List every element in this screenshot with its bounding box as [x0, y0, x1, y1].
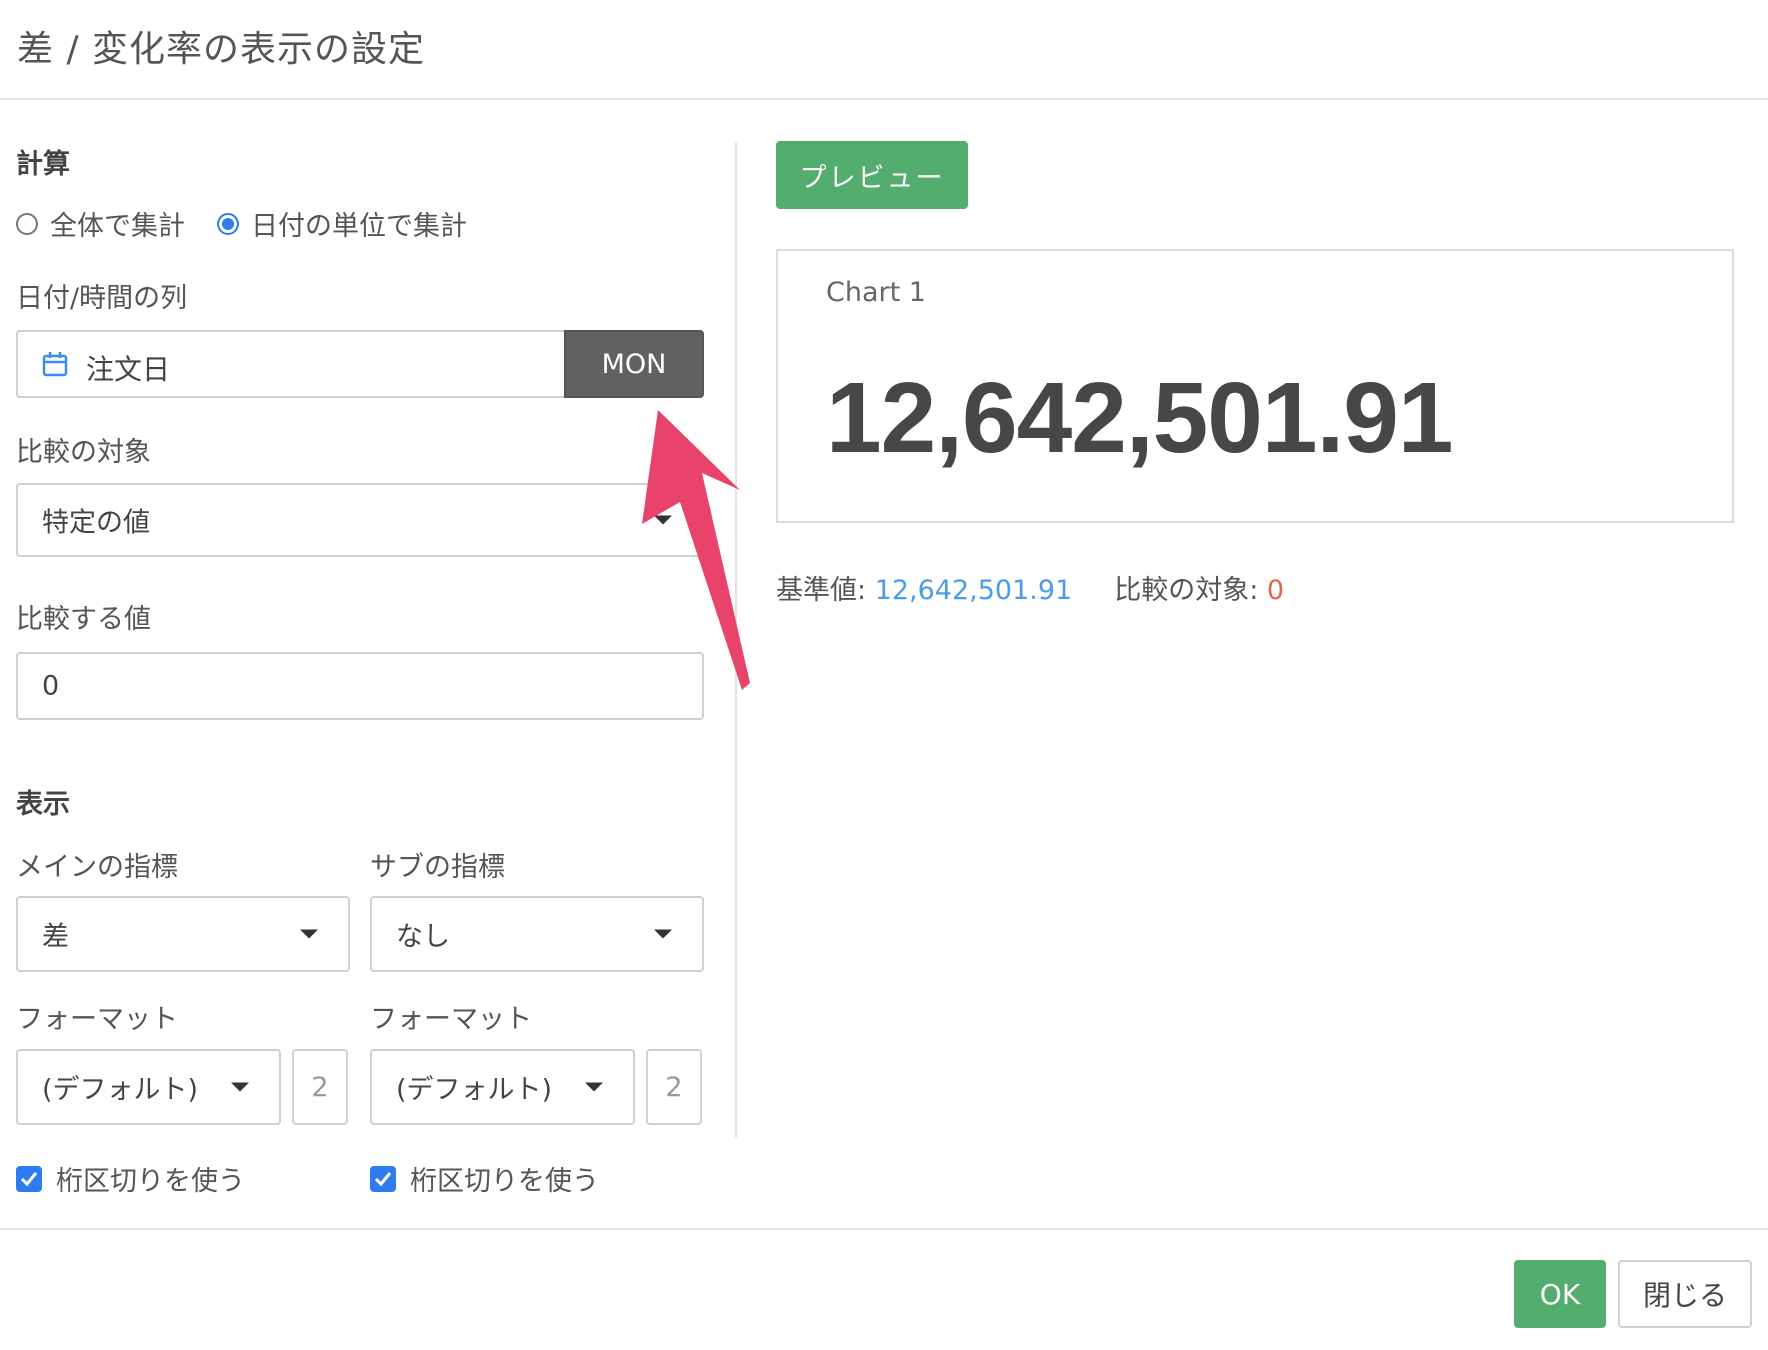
main-separator-label: 桁区切りを使う: [56, 1166, 245, 1197]
preview-info-row: 基準値: 12,642,501.91 比較の対象: 0: [776, 568, 1326, 607]
aggregation-radio-group: 全体で集計 日付の単位で集計: [16, 204, 499, 243]
column-divider: [735, 142, 737, 1138]
base-value: 12,642,501.91: [874, 575, 1073, 606]
main-metric-value: 差: [42, 921, 69, 953]
sub-separator-label: 桁区切りを使う: [410, 1166, 599, 1197]
dialog-header: 差 / 変化率の表示の設定: [0, 0, 1768, 100]
compare-target-label: 比較の対象: [16, 437, 151, 468]
main-format-select[interactable]: (デフォルト): [16, 1049, 281, 1125]
chevron-down-icon: [300, 929, 318, 939]
compare-value-text: 0: [42, 670, 60, 702]
compare-value-label: 比較する値: [16, 604, 151, 635]
sub-decimals-input[interactable]: 2: [646, 1049, 702, 1125]
calendar-icon: [42, 351, 68, 377]
date-column-value: 注文日: [86, 353, 171, 386]
sub-metric-value: なし: [396, 921, 450, 953]
radio-label-aggregate-by-date-unit: 日付の単位で集計: [251, 211, 467, 242]
footer-divider: [0, 1228, 1768, 1230]
compare-target-select[interactable]: 特定の値: [16, 483, 704, 557]
sub-format-select[interactable]: (デフォルト): [370, 1049, 635, 1125]
chevron-down-icon: [231, 1082, 249, 1092]
date-column-field[interactable]: 注文日 MON: [16, 330, 704, 398]
compare-target-info-label: 比較の対象:: [1114, 575, 1267, 606]
sub-metric-select[interactable]: なし: [370, 896, 704, 972]
radio-aggregate-by-date-unit[interactable]: 日付の単位で集計: [217, 204, 467, 243]
sub-metric-label: サブの指標: [370, 852, 505, 883]
dialog-title: 差 / 変化率の表示の設定: [17, 29, 426, 70]
base-value-label: 基準値:: [776, 575, 875, 606]
main-format-label: フォーマット: [16, 1004, 178, 1035]
radio-circle-checked: [217, 212, 239, 235]
sub-separator-checkbox[interactable]: 桁区切りを使う: [370, 1159, 599, 1198]
display-section-title: 表示: [16, 789, 70, 820]
checkbox-checked-icon: [370, 1165, 396, 1192]
main-format-value: (デフォルト): [42, 1074, 199, 1106]
main-metric-label: メインの指標: [16, 852, 178, 883]
compare-target-info: 比較の対象: 0: [1114, 568, 1284, 607]
date-column-label: 日付/時間の列: [16, 283, 188, 314]
chart-name: Chart 1: [826, 277, 926, 308]
preview-chart-card: Chart 1 12,642,501.91: [776, 249, 1734, 523]
chevron-down-icon: [585, 1082, 603, 1092]
compare-value-input[interactable]: 0: [16, 652, 704, 720]
chevron-down-icon: [654, 515, 672, 525]
radio-circle-unchecked: [16, 212, 38, 235]
date-unit-button[interactable]: MON: [564, 330, 704, 398]
big-number-value: 12,642,501.91: [826, 362, 1454, 474]
main-metric-select[interactable]: 差: [16, 896, 350, 972]
radio-label-aggregate-all: 全体で集計: [50, 211, 185, 242]
compare-target-info-value: 0: [1266, 575, 1285, 606]
sub-format-label: フォーマット: [370, 1004, 532, 1035]
calc-section-title: 計算: [16, 149, 70, 180]
main-separator-checkbox[interactable]: 桁区切りを使う: [16, 1159, 245, 1198]
checkbox-checked-icon: [16, 1165, 42, 1192]
sub-format-value: (デフォルト): [396, 1074, 553, 1106]
ok-button[interactable]: OK: [1514, 1260, 1606, 1328]
base-value-info: 基準値: 12,642,501.91: [776, 568, 1072, 607]
preview-button[interactable]: プレビュー: [776, 141, 968, 209]
main-decimals-input[interactable]: 2: [292, 1049, 348, 1125]
compare-target-value: 特定の値: [42, 507, 150, 539]
close-button[interactable]: 閉じる: [1618, 1260, 1752, 1328]
radio-aggregate-all[interactable]: 全体で集計: [16, 204, 185, 243]
chevron-down-icon: [654, 929, 672, 939]
